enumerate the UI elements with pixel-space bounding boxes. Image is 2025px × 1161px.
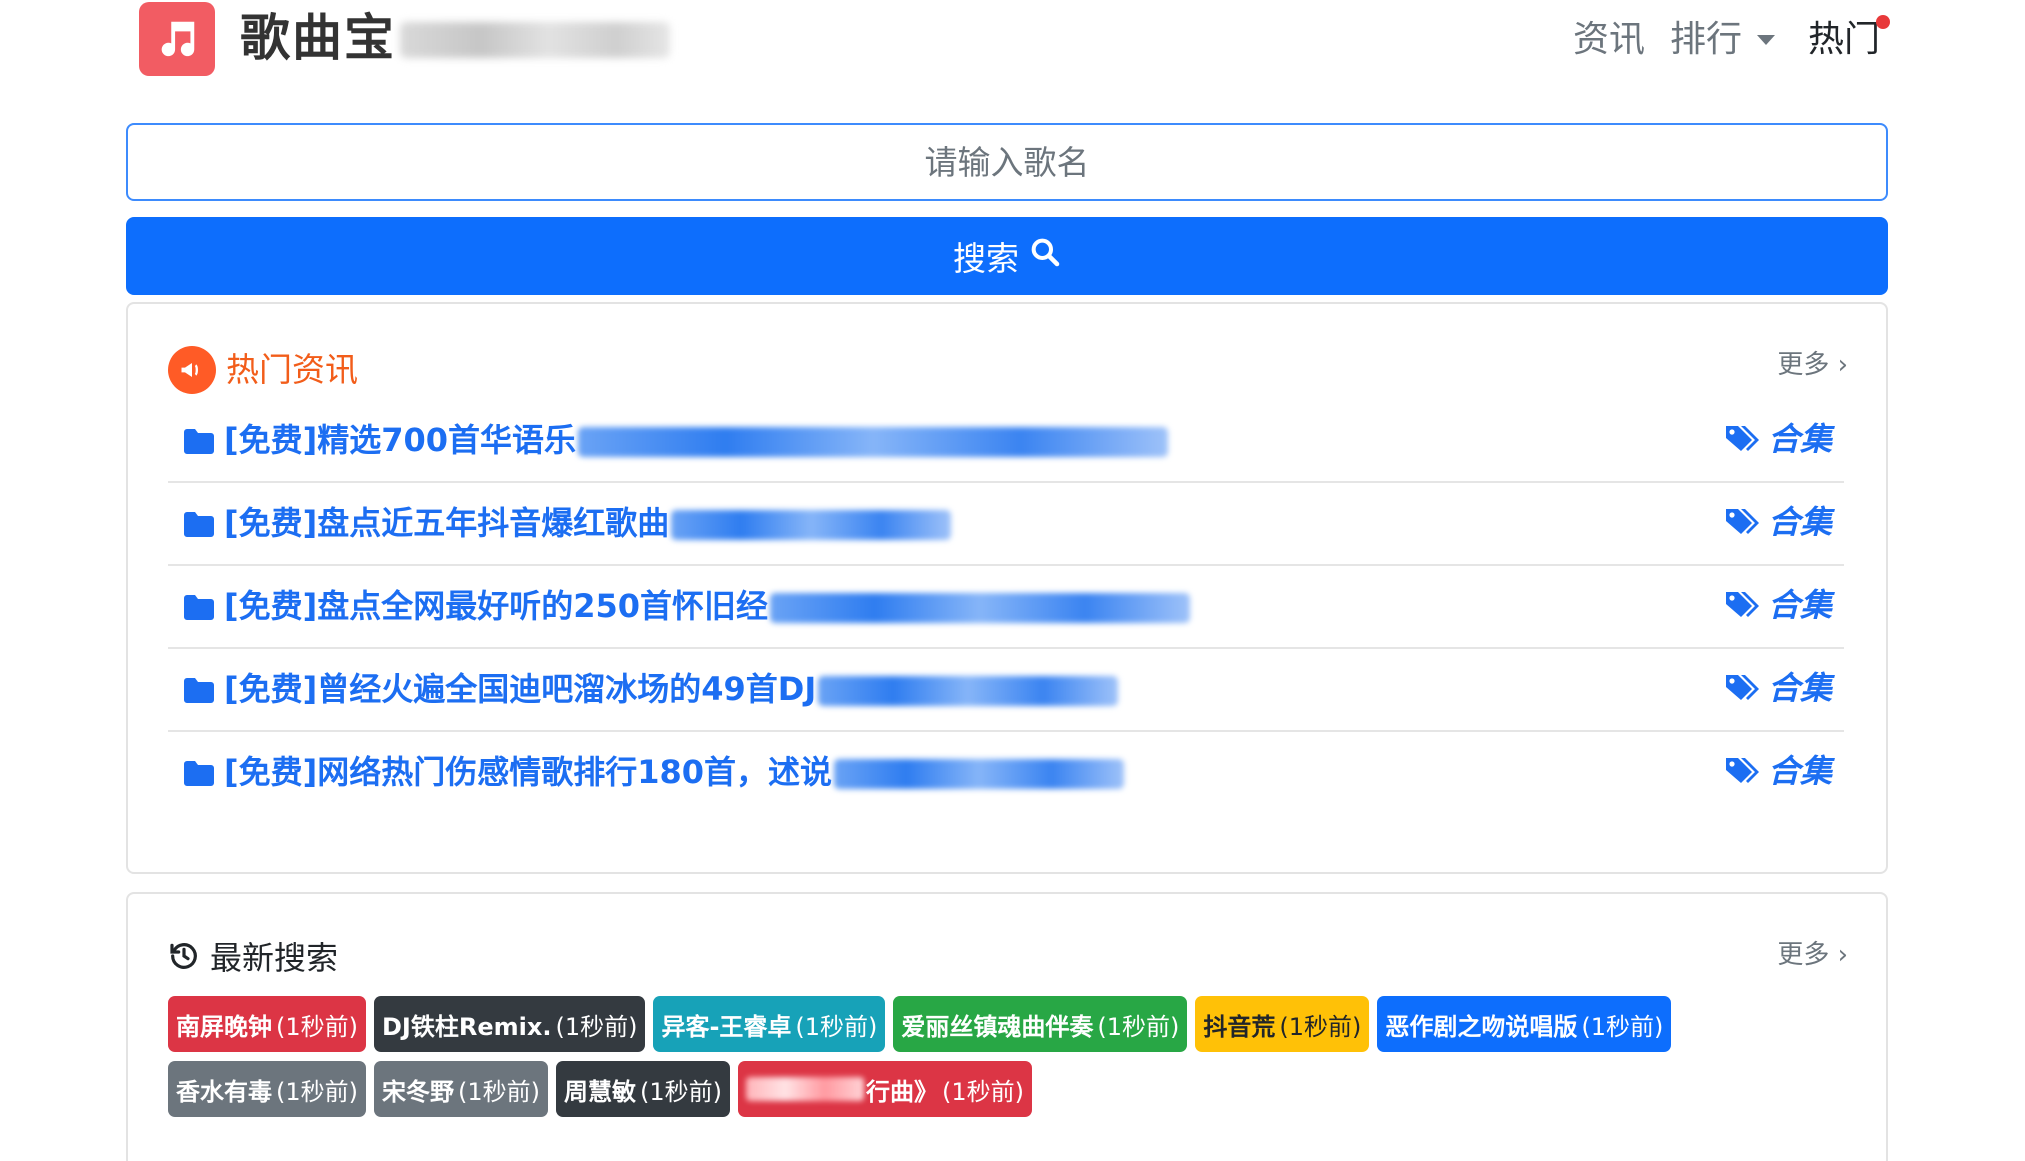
collection-tag[interactable]: 合集 <box>1724 749 1832 793</box>
badge-name: 周慧敏 <box>564 1077 636 1106</box>
news-item-link[interactable]: [免费]曾经火遍全国迪吧溜冰场的49首DJ <box>224 667 1119 711</box>
badge-name: 异客-王睿卓 <box>661 1012 792 1041</box>
badge-name: 香水有毒 <box>176 1077 272 1106</box>
search-badge[interactable]: 南屏晚钟 (1秒前) <box>168 996 366 1052</box>
news-item-link[interactable]: [免费]网络热门伤感情歌排行180首，述说 <box>224 750 1125 794</box>
tags-icon <box>1725 426 1759 451</box>
megaphone-icon <box>168 346 216 394</box>
recent-search-header: 最新搜索 <box>168 936 338 980</box>
folder-icon <box>184 594 214 624</box>
search-button[interactable]: 搜索 <box>126 217 1888 295</box>
tags-icon <box>1725 758 1759 783</box>
news-list: [免费]精选700首华语乐 合集 [免费]盘点近五年抖音爆红歌曲 合集 [免费]… <box>168 400 1844 815</box>
hot-news-card: 热门资讯 更多 › [免费]精选700首华语乐 合集 [免费]盘点近五年抖音爆红… <box>126 302 1888 874</box>
badge-name: 恶作剧之吻说唱版 <box>1385 1012 1578 1041</box>
collection-tag-label: 合集 <box>1767 752 1832 790</box>
collection-tag[interactable]: 合集 <box>1724 666 1832 710</box>
badge-time: (1秒前) <box>795 1012 878 1041</box>
collection-tag-label: 合集 <box>1767 420 1832 458</box>
folder-icon <box>184 428 214 458</box>
badge-name: DJ铁柱Remix. <box>382 1012 552 1041</box>
search-badge[interactable]: 异客-王睿卓 (1秒前) <box>653 996 886 1052</box>
collection-tag-label: 合集 <box>1767 503 1832 541</box>
collection-tag[interactable]: 合集 <box>1724 500 1832 544</box>
brand-name[interactable]: 歌曲宝 <box>240 8 396 68</box>
blurred-text <box>746 1077 864 1101</box>
folder-icon <box>184 511 214 541</box>
badge-name: 行曲》 <box>866 1077 938 1106</box>
recent-search-more-link[interactable]: 更多 › <box>1777 934 1848 971</box>
news-item-text: [免费]盘点全网最好听的250首怀旧经 <box>224 587 769 625</box>
badge-time: (1秒前) <box>640 1077 722 1106</box>
search-badge[interactable]: 周慧敏 (1秒前) <box>556 1061 730 1117</box>
collection-tag-label: 合集 <box>1767 669 1832 707</box>
search-badge[interactable]: 爱丽丝镇魂曲伴奏 (1秒前) <box>893 996 1188 1052</box>
notification-dot <box>1876 15 1890 29</box>
news-item-text: [免费]精选700首华语乐 <box>224 421 577 459</box>
tags-icon <box>1725 592 1759 617</box>
tags-icon <box>1725 509 1759 534</box>
badge-name: 南屏晚钟 <box>176 1012 272 1041</box>
chevron-down-icon[interactable] <box>1757 35 1775 45</box>
badge-time: (1秒前) <box>1581 1012 1664 1041</box>
badge-time: (1秒前) <box>555 1012 638 1041</box>
search-badge[interactable]: 抖音荒 (1秒前) <box>1195 996 1370 1052</box>
history-icon <box>168 940 200 976</box>
blurred-text <box>671 510 952 540</box>
hot-news-title: 热门资讯 <box>226 350 358 389</box>
news-item-link[interactable]: [免费]精选700首华语乐 <box>224 418 1169 462</box>
search-badge[interactable]: 宋冬野 (1秒前) <box>374 1061 548 1117</box>
recent-search-title: 最新搜索 <box>210 939 339 977</box>
search-badge[interactable]: 恶作剧之吻说唱版 (1秒前) <box>1377 996 1672 1052</box>
blurred-text <box>578 427 1169 457</box>
nav-hot[interactable]: 热门 <box>1808 16 1880 64</box>
music-note-icon[interactable] <box>139 2 215 76</box>
badge-time: (1秒前) <box>276 1077 358 1106</box>
news-item-link[interactable]: [免费]盘点近五年抖音爆红歌曲 <box>224 501 952 545</box>
collection-tag[interactable]: 合集 <box>1724 583 1832 627</box>
badge-name: 爱丽丝镇魂曲伴奏 <box>901 1012 1094 1041</box>
badge-time: (1秒前) <box>1097 1012 1180 1041</box>
search-badge[interactable]: DJ铁柱Remix. (1秒前) <box>374 996 646 1052</box>
collection-tag-label: 合集 <box>1767 586 1832 624</box>
recent-search-card: 最新搜索 更多 › 南屏晚钟 (1秒前) DJ铁柱Remix. (1秒前) 异客-王… <box>126 892 1888 1161</box>
badge-time: (1秒前) <box>1279 1012 1362 1041</box>
news-item[interactable]: [免费]盘点全网最好听的250首怀旧经 合集 <box>168 566 1844 649</box>
blurred-text <box>818 676 1119 706</box>
news-item-text: [免费]曾经火遍全国迪吧溜冰场的49首DJ <box>224 670 817 708</box>
blurred-domain <box>400 22 670 58</box>
search-button-label: 搜索 <box>953 239 1019 278</box>
badge-time: (1秒前) <box>458 1077 540 1106</box>
nav-rank[interactable]: 排行 <box>1670 16 1742 64</box>
blurred-text <box>834 759 1125 789</box>
badge-name: 宋冬野 <box>382 1077 454 1106</box>
badge-time: (1秒前) <box>276 1012 358 1041</box>
tags-icon <box>1725 675 1759 700</box>
collection-tag[interactable]: 合集 <box>1724 417 1832 461</box>
news-item[interactable]: [免费]精选700首华语乐 合集 <box>168 400 1844 483</box>
recent-search-badges: 南屏晚钟 (1秒前) DJ铁柱Remix. (1秒前) 异客-王睿卓 (1秒前) 爱丽… <box>168 996 1848 1117</box>
news-item[interactable]: [免费]网络热门伤感情歌排行180首，述说 合集 <box>168 732 1844 815</box>
news-item-text: [免费]盘点近五年抖音爆红歌曲 <box>224 504 670 542</box>
news-item[interactable]: [免费]盘点近五年抖音爆红歌曲 合集 <box>168 483 1844 566</box>
hot-news-header: 热门资讯 <box>168 346 358 394</box>
search-badge[interactable]: 香水有毒 (1秒前) <box>168 1061 366 1117</box>
search-badge[interactable]: 行曲》 (1秒前) <box>738 1061 1032 1117</box>
search-icon <box>1029 236 1061 276</box>
news-item-link[interactable]: [免费]盘点全网最好听的250首怀旧经 <box>224 584 1191 628</box>
news-item[interactable]: [免费]曾经火遍全国迪吧溜冰场的49首DJ 合集 <box>168 649 1844 732</box>
badge-name: 抖音荒 <box>1203 1012 1276 1041</box>
hot-news-more-link[interactable]: 更多 › <box>1777 344 1848 381</box>
badge-time: (1秒前) <box>942 1077 1024 1106</box>
search-input[interactable] <box>126 123 1888 201</box>
folder-icon <box>184 760 214 790</box>
folder-icon <box>184 677 214 707</box>
news-item-text: [免费]网络热门伤感情歌排行180首，述说 <box>224 753 833 791</box>
navbar: 歌曲宝 资讯 排行 热门 <box>0 0 2025 100</box>
nav-news[interactable]: 资讯 <box>1573 16 1645 64</box>
blurred-text <box>770 593 1191 623</box>
